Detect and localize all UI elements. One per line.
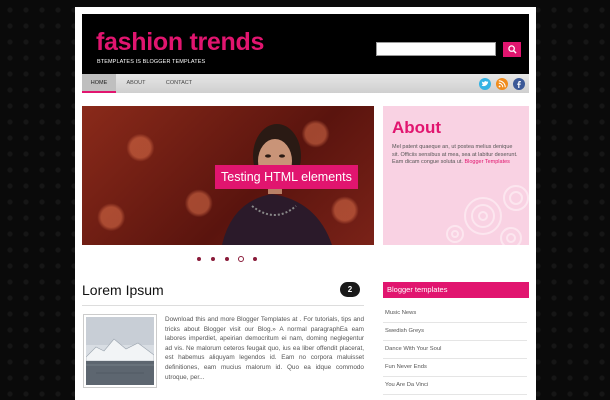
page-container: fashion trends BTEMPLATES IS BLOGGER TEM… — [75, 7, 536, 400]
comment-count-badge[interactable]: 2 — [340, 282, 360, 297]
slider-caption[interactable]: Testing HTML elements — [215, 165, 358, 189]
header: fashion trends BTEMPLATES IS BLOGGER TEM… — [82, 14, 529, 74]
slider-dot-5[interactable] — [253, 257, 257, 261]
post-thumbnail[interactable] — [83, 314, 157, 388]
about-text: Mel patent quaeque an, ut postea melius … — [392, 144, 520, 167]
sidebar-divider — [383, 358, 527, 359]
sidebar-link[interactable]: Swedish Greys — [385, 328, 527, 334]
search-button[interactable] — [503, 42, 521, 57]
sidebar-link[interactable]: You Are Da Vinci — [385, 382, 527, 388]
site-tagline: BTEMPLATES IS BLOGGER TEMPLATES — [97, 59, 206, 65]
about-link[interactable]: Blogger Templates — [464, 159, 509, 165]
nav-item-contact[interactable]: CONTACT — [158, 74, 200, 93]
twitter-icon[interactable] — [479, 78, 491, 90]
search-icon — [507, 45, 517, 54]
featured-slider[interactable]: Testing HTML elements — [82, 106, 374, 245]
sidebar-link[interactable]: Fun Never Ends — [385, 364, 527, 370]
sidebar-header: Blogger templates — [383, 282, 529, 298]
main-nav: HOME ABOUT CONTACT — [82, 74, 529, 93]
sidebar-divider — [383, 322, 527, 323]
about-widget: About Mel patent quaeque an, ut postea m… — [383, 106, 529, 245]
sidebar-divider — [383, 376, 527, 377]
thumbnail-image — [85, 317, 155, 385]
rss-icon[interactable] — [496, 78, 508, 90]
search-input[interactable] — [376, 42, 496, 56]
about-title: About — [392, 118, 442, 137]
slider-dot-3[interactable] — [225, 257, 229, 261]
nav-item-home[interactable]: HOME — [82, 74, 116, 93]
sidebar-divider — [383, 394, 527, 395]
slider-dot-1[interactable] — [197, 257, 201, 261]
site-title[interactable]: fashion trends — [96, 28, 264, 57]
post-excerpt: Download this and more Blogger Templates… — [165, 316, 364, 381]
slider-dot-2[interactable] — [211, 257, 215, 261]
post-title[interactable]: Lorem Ipsum — [82, 282, 164, 298]
nav-item-about[interactable]: ABOUT — [116, 74, 156, 93]
sidebar-divider — [383, 340, 527, 341]
post-divider — [82, 305, 364, 306]
slider-dot-4[interactable] — [238, 256, 244, 262]
sidebar-link[interactable]: Dance With Your Soul — [385, 346, 527, 352]
sidebar-link[interactable]: Music News — [385, 310, 527, 316]
facebook-icon[interactable] — [513, 78, 525, 90]
